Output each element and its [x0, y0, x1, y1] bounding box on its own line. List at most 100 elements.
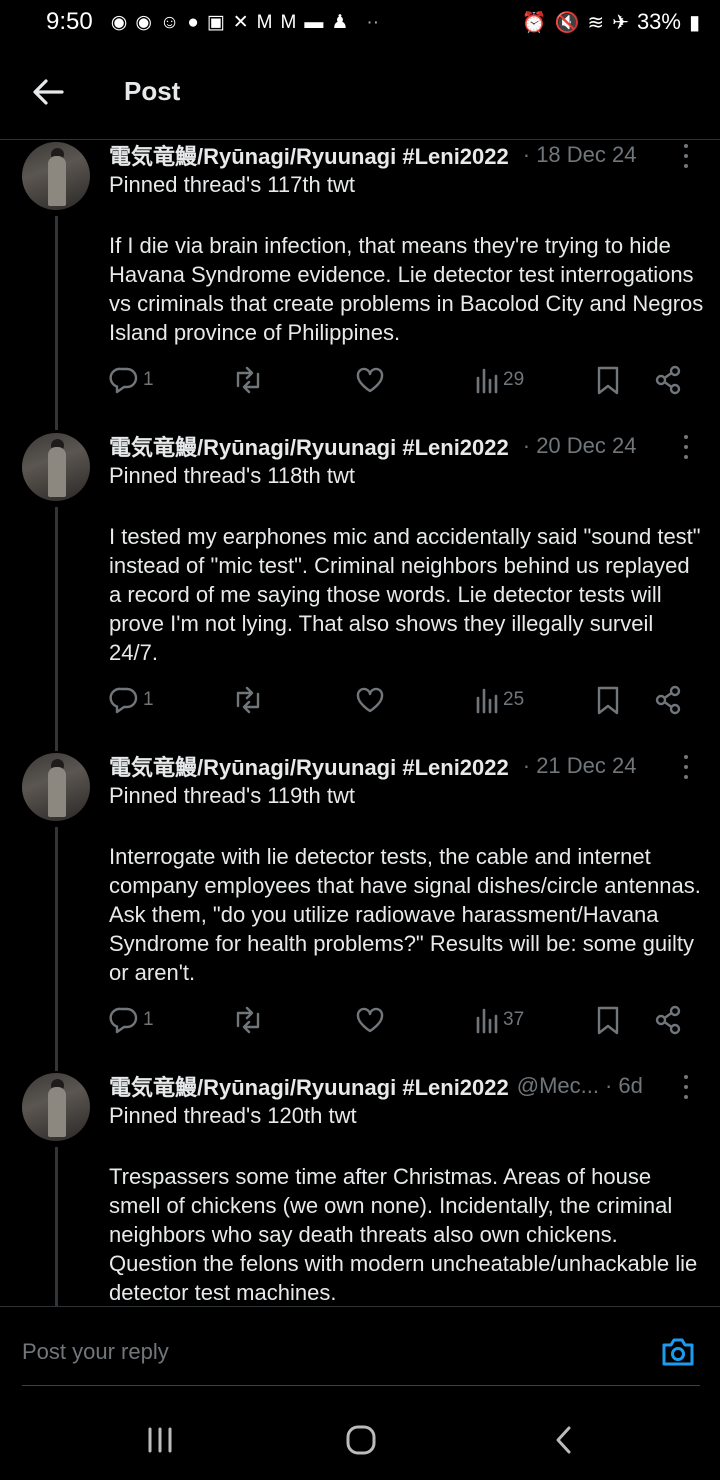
chat-icon: ▬ [304, 11, 324, 33]
gmail-icon: M [256, 11, 273, 33]
heart-icon [356, 687, 384, 713]
page-title: Post [124, 76, 181, 106]
view-count: 37 [503, 1009, 525, 1030]
reply-button[interactable]: 1 [109, 1002, 154, 1038]
system-icons: ⏰ 🔇 ≋ ✈ 33% ▮ [522, 9, 700, 35]
share-icon [655, 685, 681, 715]
bookmark-icon [597, 1006, 619, 1035]
more-options-icon[interactable] [682, 144, 690, 168]
reply-button[interactable]: 1 [109, 362, 154, 398]
author-handle[interactable]: @Mec... [517, 1073, 599, 1099]
like-button[interactable] [355, 362, 385, 398]
tweet-text: I tested my earphones mic and accidental… [109, 524, 701, 665]
twitch-icon: ▣ [206, 11, 225, 33]
author-name[interactable]: 電気竜鰻/Ryūnagi/Ryuunagi #Leni2022 [109, 1070, 509, 1102]
thread-list[interactable]: 電気竜鰻/Ryūnagi/Ryuunagi #Leni2022 · 18 Dec… [0, 140, 720, 1306]
thread-connector-line [55, 827, 58, 1071]
author-name[interactable]: 電気竜鰻/Ryūnagi/Ryuunagi #Leni2022 [109, 430, 509, 462]
share-icon [655, 365, 681, 395]
camera-icon [662, 1338, 694, 1366]
views-button[interactable]: 29 [475, 362, 524, 398]
analytics-icon [476, 688, 498, 714]
arrow-left-icon [33, 78, 64, 105]
wifi-icon: ≋ [587, 11, 605, 34]
share-icon [655, 1005, 681, 1035]
messenger-icon: ◉ [135, 11, 152, 33]
airplane-icon: ✈ [612, 11, 629, 34]
avatar[interactable] [22, 142, 90, 210]
camera-button[interactable] [660, 1335, 696, 1369]
home-icon [346, 1425, 376, 1455]
reply-icon [109, 687, 138, 714]
tweet-text: Trespassers some time after Christmas. A… [109, 1164, 698, 1305]
recents-icon [148, 1427, 172, 1453]
face-icon: ☺ [159, 11, 180, 33]
view-count: 29 [503, 369, 525, 390]
bookmark-button[interactable] [595, 1002, 621, 1038]
repost-icon [236, 366, 260, 394]
reply-icon [109, 367, 138, 394]
repost-icon [236, 1006, 260, 1034]
share-button[interactable] [653, 682, 683, 718]
avatar[interactable] [22, 1073, 90, 1141]
bookmark-button[interactable] [595, 362, 621, 398]
back-chevron-icon [556, 1426, 571, 1454]
share-button[interactable] [653, 1002, 683, 1038]
more-options-icon[interactable] [682, 435, 690, 459]
battery-icon: ▮ [688, 11, 700, 34]
views-button[interactable]: 37 [475, 1002, 524, 1038]
reddit-icon: ● [187, 11, 199, 33]
analytics-icon [476, 1008, 498, 1034]
repost-button[interactable] [231, 362, 265, 398]
messenger-icon: ◉ [110, 11, 128, 33]
author-name[interactable]: 電気竜鰻/Ryūnagi/Ryuunagi #Leni2022 [109, 750, 509, 782]
notification-icons: ◉ ◉ ☺ ● ▣ ✕ M M ▬ ♟ ·· [111, 13, 379, 32]
avatar[interactable] [22, 753, 90, 821]
mute-icon: 🔇 [554, 11, 580, 34]
tweet-subtitle: Pinned thread's 117th twt [109, 172, 355, 197]
reply-button[interactable]: 1 [109, 682, 154, 718]
tweet-date[interactable]: · 21 Dec 24 [523, 753, 637, 779]
more-options-icon[interactable] [682, 1075, 690, 1099]
back-button[interactable] [0, 44, 98, 140]
bookmark-icon [597, 686, 619, 715]
more-dots-icon: ·· [366, 11, 380, 33]
repost-icon [236, 686, 260, 714]
tweet-subtitle: Pinned thread's 118th twt [109, 463, 355, 488]
tweet-text: If I die via brain infection, that means… [109, 233, 704, 345]
person-icon: ♟ [331, 11, 349, 33]
share-button[interactable] [653, 362, 683, 398]
tweet[interactable]: 電気竜鰻/Ryūnagi/Ryuunagi #Leni2022 @Mec... … [0, 1071, 720, 1306]
views-button[interactable]: 25 [475, 682, 524, 718]
author-name[interactable]: 電気竜鰻/Ryūnagi/Ryuunagi #Leni2022 [109, 140, 509, 171]
repost-button[interactable] [231, 1002, 265, 1038]
more-options-icon[interactable] [682, 755, 690, 779]
heart-icon [356, 1007, 384, 1033]
reply-count: 1 [143, 689, 154, 710]
reply-count: 1 [143, 369, 154, 390]
tweet-date[interactable]: · 18 Dec 24 [523, 142, 637, 168]
reply-composer[interactable]: Post your reply [0, 1306, 720, 1388]
tweet-subtitle: Pinned thread's 119th twt [109, 783, 355, 808]
top-app-bar: Post [0, 44, 720, 140]
back-nav-button[interactable] [544, 1422, 584, 1458]
repost-button[interactable] [231, 682, 265, 718]
battery-percent: 33% [636, 9, 681, 34]
thread-connector-line [55, 507, 58, 751]
reply-icon [109, 1007, 138, 1034]
avatar[interactable] [22, 433, 90, 501]
recents-button[interactable] [140, 1422, 180, 1458]
divider [22, 1385, 700, 1386]
tweet-date[interactable]: · 6d [605, 1073, 643, 1099]
tweet-actions: 1 29 [109, 362, 699, 398]
tweet-text: Interrogate with lie detector tests, the… [109, 844, 701, 985]
thread-connector-line [55, 216, 58, 430]
alarm-icon: ⏰ [521, 11, 547, 34]
home-button[interactable] [341, 1422, 381, 1458]
bookmark-button[interactable] [595, 682, 621, 718]
like-button[interactable] [355, 682, 385, 718]
like-button[interactable] [355, 1002, 385, 1038]
tweet-date[interactable]: · 20 Dec 24 [523, 433, 637, 459]
reply-input[interactable]: Post your reply [22, 1339, 169, 1365]
tweet-actions: 1 37 [109, 1002, 699, 1038]
